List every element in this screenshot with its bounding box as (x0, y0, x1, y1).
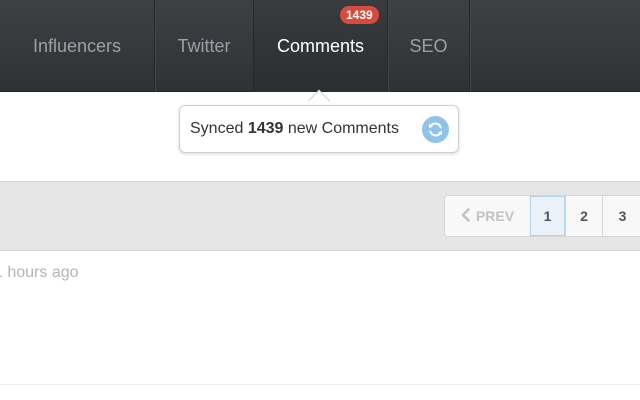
list-toolbar: PREV 1 2 3 (0, 181, 640, 251)
page-1-button[interactable]: 1 (530, 196, 565, 236)
sync-message-suffix: new Comments (283, 120, 399, 137)
tab-label: SEO (409, 35, 448, 56)
tab-label: Comments (276, 35, 365, 56)
page: Influencers Twitter Comments SEO 1439 Sy… (0, 0, 640, 400)
prev-label: PREV (475, 208, 515, 224)
tab-divider (469, 0, 470, 92)
tab-seo[interactable]: SEO (388, 0, 469, 92)
page-3-button[interactable]: 3 (602, 196, 640, 236)
row-divider (0, 384, 640, 385)
sync-notification-popover: Synced 1439 new Comments (179, 105, 459, 153)
tab-twitter[interactable]: Twitter (155, 0, 253, 92)
chevron-left-icon (461, 207, 470, 225)
tab-label: Twitter (177, 35, 231, 56)
top-navigation: Influencers Twitter Comments SEO 1439 (0, 0, 640, 92)
sync-count: 1439 (247, 120, 284, 137)
page-2-button[interactable]: 2 (565, 196, 602, 236)
sync-message: Synced 1439 new Comments (190, 106, 399, 152)
pagination: PREV 1 2 3 (444, 195, 640, 237)
comment-timestamp: 1 hours ago (0, 264, 79, 281)
sync-message-prefix: Synced (190, 120, 248, 137)
comments-count-badge: 1439 (340, 6, 379, 24)
tab-label: Influencers (32, 35, 122, 56)
prev-page-button[interactable]: PREV (445, 196, 530, 236)
tab-influencers[interactable]: Influencers (0, 0, 154, 92)
sync-icon[interactable] (422, 116, 449, 143)
